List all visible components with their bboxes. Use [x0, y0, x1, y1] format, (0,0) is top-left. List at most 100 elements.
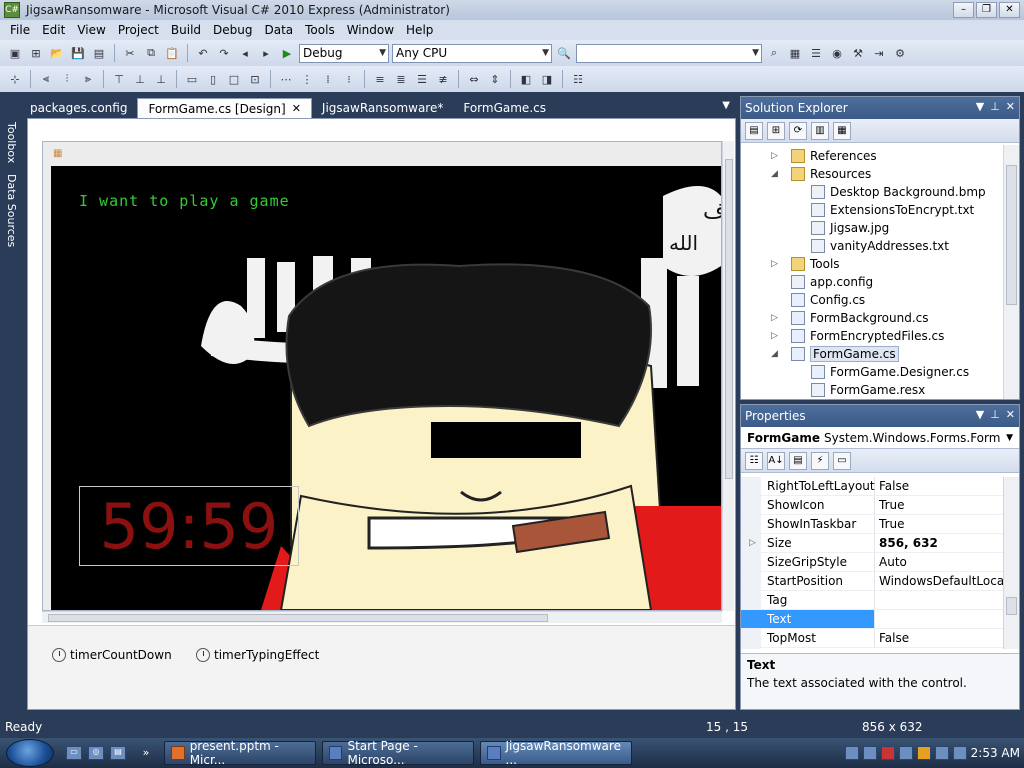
- tree-item[interactable]: ▷ FormBackground.cs: [741, 309, 1005, 327]
- property-value[interactable]: False: [875, 477, 1003, 495]
- increase-vertical-spacing-icon[interactable]: ≣: [392, 70, 410, 88]
- vs-app-icon[interactable]: C#: [4, 2, 20, 18]
- taskbar-button-powerpoint[interactable]: present.pptm - Micr...: [164, 739, 316, 767]
- clock[interactable]: 2:53 AM: [971, 746, 1020, 760]
- align-bottoms-icon[interactable]: ⊥: [152, 70, 170, 88]
- cut-icon[interactable]: ✂: [121, 44, 139, 62]
- find-in-files-icon[interactable]: 🔍: [555, 44, 573, 62]
- menu-help[interactable]: Help: [400, 23, 439, 37]
- solution-configuration-select[interactable]: Debug ▼: [299, 43, 389, 63]
- properties-icon[interactable]: ▤: [789, 451, 807, 470]
- solution-platform-select[interactable]: Any CPU ▼: [392, 43, 552, 63]
- taskbar-button-jigsaw[interactable]: JigsawRansomware ...: [480, 739, 632, 767]
- send-to-back-icon[interactable]: ◨: [538, 70, 556, 88]
- tab-formgame-design[interactable]: FormGame.cs [Design] ✕: [137, 98, 312, 118]
- center-horizontally-icon[interactable]: ⇔: [465, 70, 483, 88]
- property-grid-scrollbar[interactable]: [1003, 477, 1019, 649]
- property-row[interactable]: ShowIcon True: [741, 496, 1003, 515]
- property-value[interactable]: [875, 591, 1003, 609]
- object-selector[interactable]: FormGame System.Windows.Forms.Form ▼: [741, 427, 1019, 449]
- property-value[interactable]: True: [875, 515, 1003, 533]
- menu-tools[interactable]: Tools: [299, 23, 341, 37]
- tree-item[interactable]: ExtensionsToEncrypt.txt: [741, 201, 1005, 219]
- make-same-size-icon[interactable]: □: [225, 70, 243, 88]
- tab-dropdown-icon[interactable]: ▼: [722, 100, 730, 111]
- tab-order-icon[interactable]: ☷: [569, 70, 587, 88]
- close-icon[interactable]: ✕: [1006, 100, 1015, 113]
- tree-item[interactable]: ◢ Resources: [741, 165, 1005, 183]
- explorer-icon[interactable]: ▤: [110, 746, 126, 760]
- menu-view[interactable]: View: [71, 23, 111, 37]
- vertical-spacing-icon[interactable]: ≡: [371, 70, 389, 88]
- tree-item[interactable]: vanityAddresses.txt: [741, 237, 1005, 255]
- expand-icon[interactable]: ▷: [771, 313, 778, 323]
- start-debugging-icon[interactable]: ▶: [278, 44, 296, 62]
- categorized-icon[interactable]: ☷: [745, 451, 763, 470]
- tree-item[interactable]: FormGame.Designer.cs: [741, 363, 1005, 381]
- property-value[interactable]: 856, 632: [875, 534, 1003, 552]
- align-centers-icon[interactable]: ⫶: [58, 70, 76, 88]
- tree-item[interactable]: Desktop Background.bmp: [741, 183, 1005, 201]
- expand-icon[interactable]: ▷: [771, 259, 778, 269]
- decrease-vertical-spacing-icon[interactable]: ☰: [413, 70, 431, 88]
- align-lefts-icon[interactable]: ⫷: [37, 70, 55, 88]
- start-button[interactable]: [6, 739, 54, 767]
- expand-icon[interactable]: ▷: [749, 534, 756, 553]
- tree-item[interactable]: Jigsaw.jpg: [741, 219, 1005, 237]
- designer-horizontal-scrollbar[interactable]: [42, 611, 722, 623]
- toolbox-tab[interactable]: Toolbox: [2, 122, 18, 163]
- timer-countdown-component[interactable]: timerCountDown: [52, 648, 172, 662]
- align-tops-icon[interactable]: ⊤: [110, 70, 128, 88]
- scrollbar-thumb[interactable]: [1006, 165, 1017, 305]
- property-row[interactable]: ▷ Size 856, 632: [741, 534, 1003, 553]
- close-button[interactable]: ✕: [999, 2, 1020, 18]
- network-icon[interactable]: [934, 746, 949, 760]
- extension-manager-icon[interactable]: ⚙: [891, 44, 909, 62]
- nav-forward-icon[interactable]: ▸: [257, 44, 275, 62]
- undo-icon[interactable]: ↶: [194, 44, 212, 62]
- tray-icon[interactable]: [862, 746, 877, 760]
- menu-debug[interactable]: Debug: [207, 23, 258, 37]
- tree-item[interactable]: ▷ References: [741, 147, 1005, 165]
- tray-icon[interactable]: [916, 746, 931, 760]
- timer-typing-effect-component[interactable]: timerTypingEffect: [196, 648, 319, 662]
- property-row[interactable]: RightToLeftLayout False: [741, 477, 1003, 496]
- decrease-horizontal-spacing-icon[interactable]: ⁞: [319, 70, 337, 88]
- minimize-button[interactable]: –: [953, 2, 974, 18]
- make-same-height-icon[interactable]: ▯: [204, 70, 222, 88]
- game-label[interactable]: I want to play a game: [79, 192, 290, 210]
- align-rights-icon[interactable]: ⫸: [79, 70, 97, 88]
- menu-window[interactable]: Window: [341, 23, 400, 37]
- events-icon[interactable]: ⚡: [811, 451, 829, 470]
- center-vertically-icon[interactable]: ⇕: [486, 70, 504, 88]
- solution-explorer-icon[interactable]: ▦: [786, 44, 804, 62]
- tab-jigsaw-project[interactable]: JigsawRansomware*: [312, 98, 453, 118]
- menu-build[interactable]: Build: [165, 23, 207, 37]
- tray-icon[interactable]: [880, 746, 895, 760]
- expand-icon[interactable]: ◢: [771, 169, 778, 179]
- new-project-icon[interactable]: ▣: [6, 44, 24, 62]
- make-same-width-icon[interactable]: ▭: [183, 70, 201, 88]
- bring-to-front-icon[interactable]: ◧: [517, 70, 535, 88]
- property-row[interactable]: TopMost False: [741, 629, 1003, 648]
- nav-back-icon[interactable]: ◂: [236, 44, 254, 62]
- menu-project[interactable]: Project: [112, 23, 165, 37]
- align-middles-icon[interactable]: ⊥: [131, 70, 149, 88]
- tree-item[interactable]: Config.cs: [741, 291, 1005, 309]
- copy-icon[interactable]: ⧉: [142, 44, 160, 62]
- close-icon[interactable]: ✕: [1006, 408, 1015, 421]
- dropdown-icon[interactable]: ▼: [976, 408, 984, 421]
- redo-icon[interactable]: ↷: [215, 44, 233, 62]
- property-row[interactable]: Tag: [741, 591, 1003, 610]
- volume-icon[interactable]: [952, 746, 967, 760]
- show-all-files-icon[interactable]: ⊞: [767, 121, 785, 140]
- taskbar-button-start-page[interactable]: Start Page - Microso...: [322, 739, 474, 767]
- scrollbar-thumb[interactable]: [1006, 597, 1017, 615]
- view-designer-icon[interactable]: ▦: [833, 121, 851, 140]
- tree-item[interactable]: app.config: [741, 273, 1005, 291]
- horizontal-spacing-icon[interactable]: ⋯: [277, 70, 295, 88]
- remove-horizontal-spacing-icon[interactable]: ⁝: [340, 70, 358, 88]
- property-row[interactable]: Text: [741, 610, 1003, 629]
- close-icon[interactable]: ✕: [292, 102, 301, 115]
- open-file-icon[interactable]: 📂: [48, 44, 66, 62]
